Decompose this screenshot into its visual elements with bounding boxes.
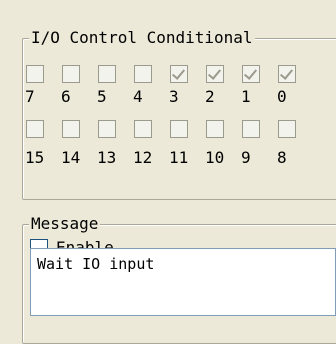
io-bit-14-checkbox[interactable] bbox=[62, 120, 80, 138]
io-control-group: I/O Control Conditional bbox=[22, 28, 336, 200]
io-bit-3-checkbox[interactable] bbox=[170, 65, 188, 83]
io-bit-11-checkbox[interactable] bbox=[170, 120, 188, 138]
io-control-group-title: I/O Control Conditional bbox=[29, 28, 255, 48]
io-bit-8-label: 8 bbox=[277, 148, 287, 167]
io-bit-4-label: 4 bbox=[133, 87, 143, 106]
io-bit-15-checkbox[interactable] bbox=[26, 120, 44, 138]
io-bit-14-label: 14 bbox=[61, 148, 81, 167]
io-bit-7-label: 7 bbox=[25, 87, 35, 106]
io-bit-2-checkbox[interactable] bbox=[206, 65, 224, 83]
io-bit-5-label: 5 bbox=[97, 87, 107, 106]
io-bit-13-label: 13 bbox=[97, 148, 117, 167]
io-bit-3-label: 3 bbox=[169, 87, 179, 106]
io-bit-7-checkbox[interactable] bbox=[26, 65, 44, 83]
io-bit-15-label: 15 bbox=[25, 148, 45, 167]
message-group-title: Message bbox=[29, 214, 101, 234]
io-bit-0-checkbox[interactable] bbox=[278, 65, 296, 83]
io-bit-10-checkbox[interactable] bbox=[206, 120, 224, 138]
io-bit-4-checkbox[interactable] bbox=[134, 65, 152, 83]
io-bit-12-checkbox[interactable] bbox=[134, 120, 152, 138]
io-bit-11-label: 11 bbox=[169, 148, 189, 167]
io-bit-6-label: 6 bbox=[61, 87, 71, 106]
io-bit-10-label: 10 bbox=[205, 148, 225, 167]
io-bit-12-label: 12 bbox=[133, 148, 153, 167]
io-bit-13-checkbox[interactable] bbox=[98, 120, 116, 138]
io-bit-9-label: 9 bbox=[241, 148, 251, 167]
io-bit-0-label: 0 bbox=[277, 87, 287, 106]
io-bit-1-checkbox[interactable] bbox=[242, 65, 260, 83]
io-bit-9-checkbox[interactable] bbox=[242, 120, 260, 138]
io-bit-6-checkbox[interactable] bbox=[62, 65, 80, 83]
io-bit-1-label: 1 bbox=[241, 87, 251, 106]
io-bit-2-label: 2 bbox=[205, 87, 215, 106]
io-bit-5-checkbox[interactable] bbox=[98, 65, 116, 83]
message-textbox[interactable]: Wait IO input bbox=[30, 248, 336, 316]
io-bit-8-checkbox[interactable] bbox=[278, 120, 296, 138]
